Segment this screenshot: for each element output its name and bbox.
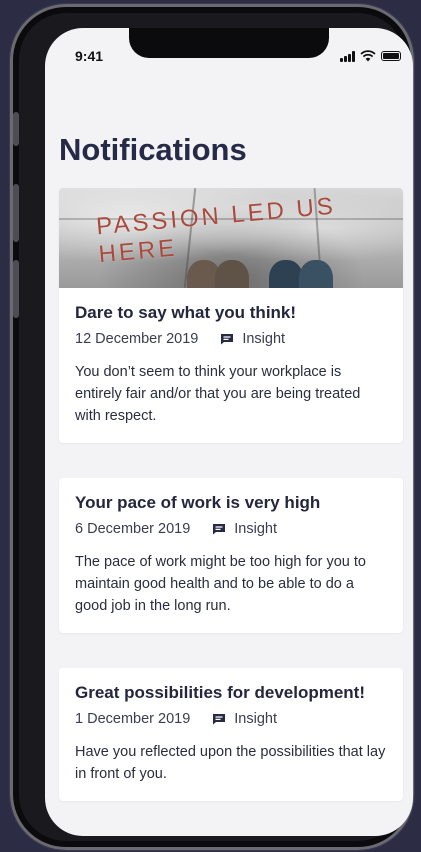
notification-card[interactable]: Your pace of work is very high 6 Decembe… [59, 478, 403, 633]
card-tag: Insight [212, 521, 277, 537]
card-tag-label: Insight [234, 711, 277, 727]
message-square-icon [213, 714, 226, 725]
card-title: Your pace of work is very high [75, 493, 321, 512]
mute-switch [13, 112, 19, 146]
card-title: Dare to say what you think! [75, 303, 297, 322]
card-date: 12 December 2019 [75, 331, 199, 347]
screen: 9:41 Notifications PASSION LED US HERE D… [45, 28, 413, 836]
card-tag: Insight [212, 711, 277, 727]
card-image: PASSION LED US HERE [59, 188, 403, 288]
message-square-icon [221, 334, 234, 345]
signal-icon [340, 50, 355, 62]
notification-card[interactable]: PASSION LED US HERE Dare to say what you… [59, 188, 403, 443]
volume-down-button [13, 260, 19, 318]
status-time: 9:41 [75, 48, 104, 64]
card-description: Have you reflected upon the possibilitie… [75, 744, 386, 782]
card-date: 6 December 2019 [75, 521, 191, 537]
battery-icon [381, 51, 401, 61]
card-description: You don’t seem to think your workplace i… [75, 364, 361, 424]
card-description: The pace of work might be too high for y… [75, 554, 366, 614]
card-tag-label: Insight [234, 521, 277, 537]
card-tag-label: Insight [242, 331, 286, 347]
card-tag: Insight [220, 331, 285, 347]
volume-up-button [13, 184, 19, 242]
notification-card[interactable]: Great possibilities for development! 1 D… [59, 668, 403, 801]
phone-frame: 9:41 Notifications PASSION LED US HERE D… [10, 4, 414, 850]
status-icons [340, 50, 401, 62]
page-title: Notifications [59, 132, 247, 167]
wifi-icon [360, 50, 376, 62]
notch [129, 28, 329, 58]
message-square-icon [213, 524, 226, 535]
card-title: Great possibilities for development! [75, 683, 366, 702]
card-date: 1 December 2019 [75, 711, 191, 727]
